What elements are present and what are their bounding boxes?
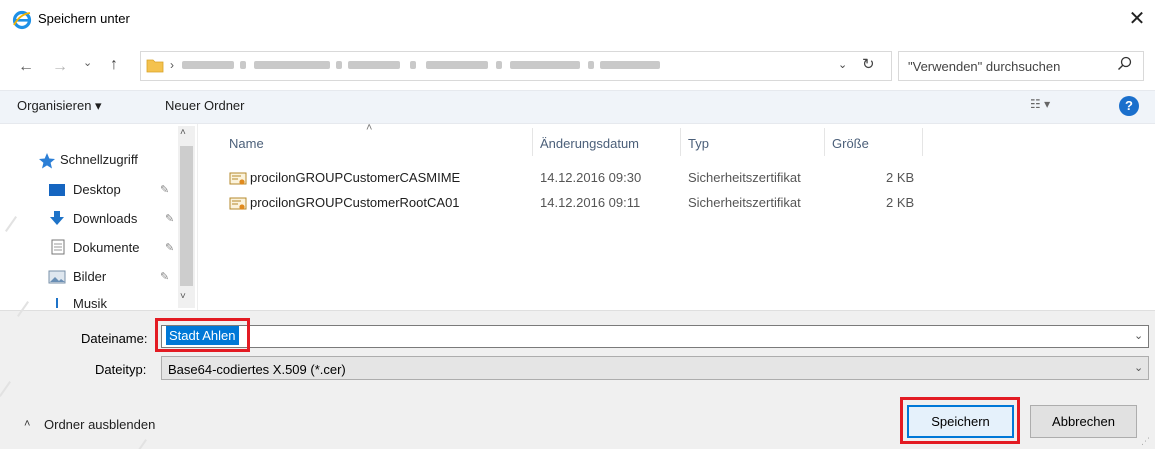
filetype-value[interactable]: Base64-codiertes X.509 (*.cer)	[168, 362, 346, 377]
chevron-up-icon[interactable]: ˄	[24, 418, 30, 430]
address-dropdown-icon[interactable]: ⌄	[838, 58, 847, 71]
column-header-name[interactable]: Name	[229, 136, 264, 151]
search-icon[interactable]	[1116, 55, 1134, 73]
sort-ascending-icon: ˄	[366, 122, 373, 134]
documents-icon	[51, 239, 65, 255]
file-size: 2 KB	[886, 195, 915, 210]
filename-field[interactable]	[161, 325, 1149, 348]
filetype-dropdown-icon[interactable]: ⌄	[1134, 361, 1143, 374]
filename-dropdown-icon[interactable]: ⌄	[1134, 329, 1143, 342]
address-chevron-icon[interactable]: ›	[170, 58, 174, 72]
music-icon	[56, 298, 58, 308]
pin-icon: ✎	[165, 213, 175, 225]
close-button[interactable]: ✕	[1125, 6, 1149, 32]
column-separator[interactable]	[532, 128, 533, 156]
sidebar-item-downloads[interactable]: Downloads	[73, 208, 137, 230]
cancel-button[interactable]: Abbrechen	[1030, 405, 1137, 438]
forward-button[interactable]: →	[52, 57, 68, 77]
column-header-date[interactable]: Änderungsdatum	[540, 136, 639, 151]
pictures-icon	[48, 270, 66, 284]
save-highlight-box	[900, 397, 1020, 444]
sidebar-item-documents[interactable]: Dokumente	[73, 237, 139, 259]
title-bar	[0, 0, 1155, 40]
internet-explorer-icon	[12, 10, 32, 30]
column-separator[interactable]	[680, 128, 681, 156]
view-options-button[interactable]: ☷ ▾	[1030, 97, 1050, 111]
file-name: procilonGROUPCustomerRootCA01	[250, 195, 460, 210]
file-type: Sicherheitszertifikat	[688, 195, 801, 210]
sidebar-item-pictures[interactable]: Bilder	[73, 266, 106, 288]
pin-icon: ✎	[160, 184, 170, 196]
sidebar-item-quick-access[interactable]: Schnellzugriff	[60, 149, 138, 171]
search-placeholder: "Verwenden" durchsuchen	[908, 59, 1061, 74]
certificate-icon	[229, 172, 247, 185]
scroll-up-icon[interactable]: ˄	[180, 127, 186, 138]
pin-icon: ✎	[160, 271, 170, 283]
filename-label: Dateiname:	[81, 331, 148, 346]
downloads-icon	[50, 211, 64, 225]
file-list	[200, 124, 1155, 310]
filename-highlight-box	[155, 318, 250, 352]
desktop-icon	[49, 184, 65, 196]
up-button[interactable]: ↑	[110, 56, 118, 74]
folder-icon	[146, 59, 164, 73]
sidebar-item-music[interactable]: Musik	[73, 296, 107, 310]
new-folder-button[interactable]: Neuer Ordner	[165, 98, 244, 113]
window-title: Speichern unter	[38, 11, 130, 26]
scroll-down-icon[interactable]: ˅	[180, 291, 186, 302]
back-button[interactable]: ←	[18, 57, 34, 77]
column-separator[interactable]	[824, 128, 825, 156]
file-date: 14.12.2016 09:30	[540, 170, 642, 185]
filetype-label: Dateityp:	[95, 362, 147, 377]
certificate-icon	[229, 197, 247, 210]
column-separator[interactable]	[922, 128, 923, 156]
star-icon	[39, 153, 55, 169]
file-date: 14.12.2016 09:11	[540, 195, 641, 210]
hide-folders-button[interactable]: Ordner ausblenden	[44, 417, 155, 432]
refresh-icon[interactable]: ↻	[862, 55, 875, 73]
help-button[interactable]: ?	[1119, 96, 1139, 116]
file-size: 2 KB	[886, 170, 915, 185]
file-name: procilonGROUPCustomerCASMIME	[250, 170, 461, 185]
sidebar-item-desktop[interactable]: Desktop	[73, 179, 121, 201]
recent-locations-button[interactable]: ⌄	[83, 56, 92, 69]
organize-button[interactable]: Organisieren ▾	[17, 98, 102, 114]
nav-scrollbar-thumb[interactable]	[180, 146, 193, 286]
pin-icon: ✎	[165, 242, 175, 254]
column-header-size[interactable]: Größe	[832, 136, 869, 151]
resize-grip-icon[interactable]: ⋰	[1141, 436, 1150, 447]
column-header-type[interactable]: Typ	[688, 136, 709, 151]
file-type: Sicherheitszertifikat	[688, 170, 801, 185]
